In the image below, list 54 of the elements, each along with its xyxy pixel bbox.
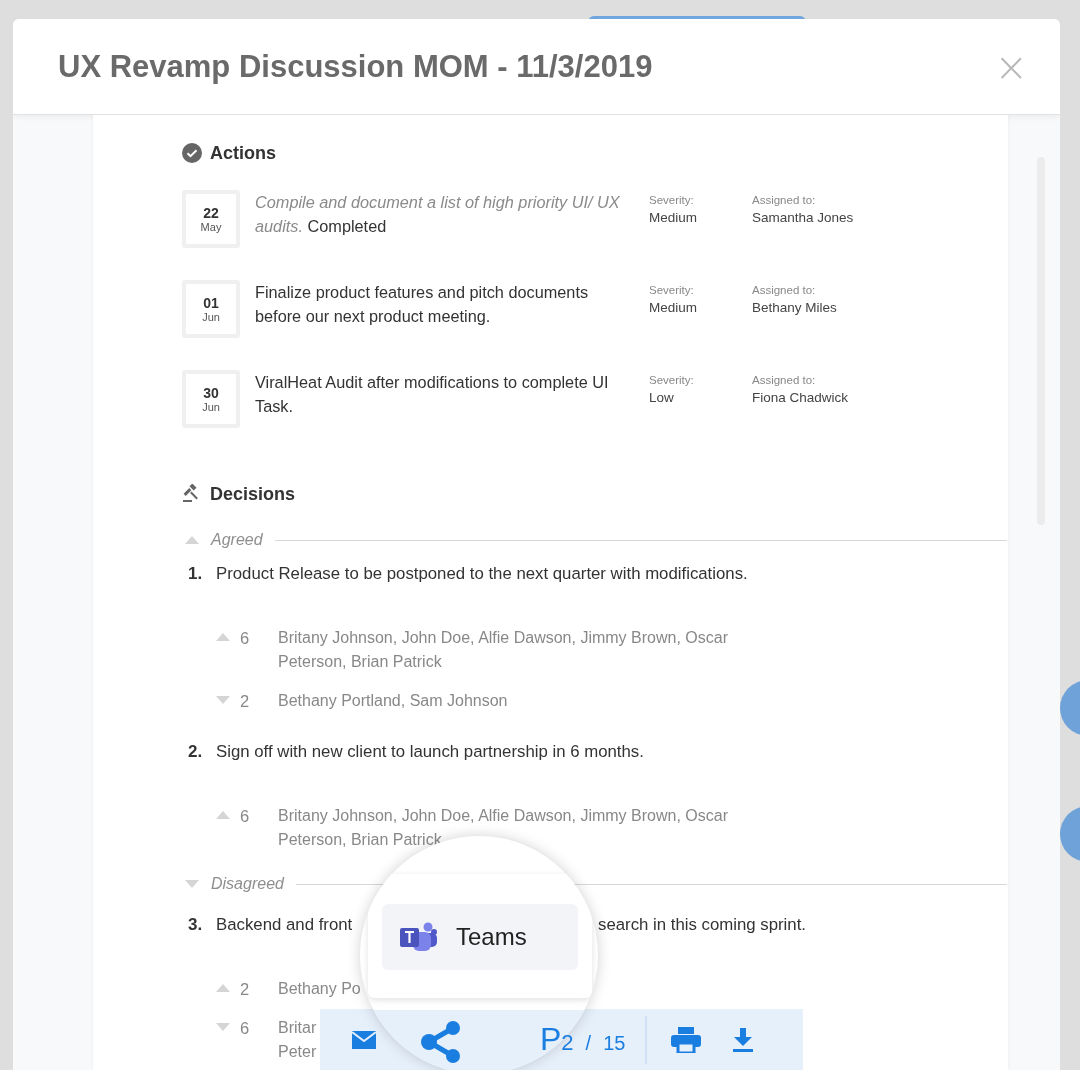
- vote-count: 2: [239, 979, 251, 1000]
- page-total: 15: [603, 1032, 626, 1055]
- vote-count: 6: [239, 806, 251, 827]
- action-description: Finalize product features and pitch documents before our next product meeting.: [255, 282, 590, 327]
- page-prefix: P: [540, 1021, 562, 1058]
- vote-count: 6: [239, 628, 251, 649]
- voter-names: Britany Johnson, John Doe, Alfie Dawson, Jimmy Brown, Oscar Peterson, Brian Patrick: [278, 628, 728, 672]
- list-number: 3.: [188, 915, 204, 935]
- date-day: 30: [203, 385, 219, 401]
- section-heading: Actions: [210, 142, 276, 164]
- date-day: 22: [203, 205, 219, 221]
- voter-names: Britany Johnson, John Doe, Alfie Dawson, Jimmy Brown, Oscar Peterson, Brian Patrick: [278, 806, 728, 850]
- field-label: Severity:: [649, 374, 695, 386]
- check-circle-icon: [182, 143, 202, 163]
- assignee-name: Samantha Jones: [752, 210, 854, 225]
- page-number: 2: [561, 1030, 574, 1056]
- vote-count: 6: [239, 1018, 251, 1039]
- assignee-name: Bethany Miles: [752, 300, 837, 315]
- voter-names: Bethany Po: [278, 979, 361, 999]
- printer-icon: [671, 1026, 702, 1053]
- action-description: ViralHeat Audit after modifications to complete UI Task.: [255, 372, 610, 417]
- date-month: Jun: [202, 311, 220, 323]
- date-month: May: [200, 221, 222, 233]
- section-heading: Decisions: [210, 483, 296, 505]
- list-number: 2.: [188, 742, 204, 762]
- severity-value: Low: [649, 390, 675, 405]
- mail-icon: [352, 1030, 376, 1049]
- severity-value: Medium: [649, 300, 698, 315]
- date-day: 01: [203, 295, 219, 311]
- decision-text: Backend and front: [216, 915, 354, 935]
- decision-text: Sign off with new client to launch partnership in 6 months.: [216, 742, 644, 762]
- action-description: Compile and document a list of high priority UI/ UX audits. Completed: [255, 192, 621, 237]
- share-option[interactable]: Teams: [382, 904, 578, 970]
- assignee-name: Fiona Chadwick: [752, 390, 849, 405]
- field-label: Assigned to:: [752, 284, 817, 296]
- severity-value: Medium: [649, 210, 698, 225]
- list-number: 1.: [188, 564, 204, 584]
- page-separator: /: [585, 1032, 592, 1055]
- people-app-icon: [400, 921, 438, 953]
- group-label: Disagreed: [211, 875, 284, 893]
- dialog-title: UX Revamp Discussion MOM - 11/3/2019: [58, 48, 653, 85]
- decision-text: Product Release to be postponed to the next quarter with modifications.: [216, 564, 748, 584]
- date-month: Jun: [202, 401, 220, 413]
- field-label: Severity:: [649, 194, 695, 206]
- decision-text: search in this coming sprint.: [598, 915, 806, 935]
- voter-names: Bethany Portland, Sam Johnson: [278, 691, 508, 711]
- download-icon: [733, 1027, 754, 1052]
- field-label: Severity:: [649, 284, 695, 296]
- vote-count: 2: [239, 691, 251, 712]
- share-icon: [420, 1021, 462, 1063]
- group-label: Agreed: [211, 531, 263, 549]
- field-label: Assigned to:: [752, 374, 817, 386]
- voter-names: Britar Peter: [278, 1018, 317, 1062]
- field-label: Assigned to:: [752, 194, 817, 206]
